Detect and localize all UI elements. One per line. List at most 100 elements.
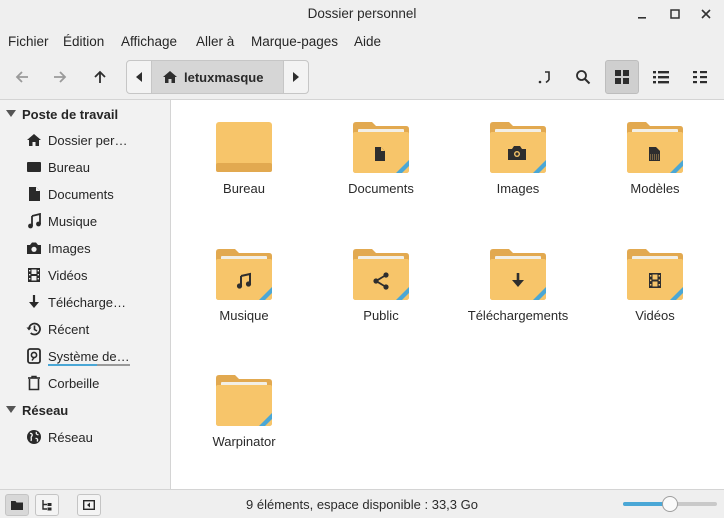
- window-title: Dossier personnel: [307, 6, 417, 21]
- file-name: Public: [363, 308, 399, 323]
- path-bar: letuxmasque: [126, 60, 309, 94]
- maximize-button[interactable]: [664, 3, 686, 25]
- sidebar-item-label: Système de…: [48, 348, 130, 364]
- location-icon: [538, 71, 550, 84]
- forward-button[interactable]: [45, 62, 75, 92]
- menu-fichier[interactable]: Fichier: [8, 34, 49, 49]
- file-item-modeles[interactable]: Modèles: [590, 118, 720, 196]
- sidebar-item-label: Documents: [48, 186, 114, 202]
- back-button[interactable]: [7, 62, 37, 92]
- sidebar-section-reseau[interactable]: Réseau: [0, 399, 68, 421]
- path-crumb-label: letuxmasque: [184, 69, 264, 85]
- sidebar-item-label: Dossier per…: [48, 132, 128, 148]
- status-bar: 9 éléments, espace disponible : 33,3 Go: [0, 489, 724, 518]
- file-item-documents[interactable]: Documents: [316, 118, 446, 196]
- close-icon: [701, 9, 711, 19]
- list-view-button[interactable]: [644, 60, 678, 94]
- file-item-telechargements[interactable]: Téléchargements: [453, 245, 583, 323]
- zoom-slider-handle[interactable]: [662, 496, 678, 512]
- triangle-down-icon: [6, 406, 16, 413]
- file-item-warpinator[interactable]: Warpinator: [179, 371, 309, 449]
- download-icon: [29, 295, 39, 308]
- menu-aller[interactable]: Aller à: [196, 34, 234, 49]
- file-name: Modèles: [630, 181, 680, 196]
- menu-bar: Fichier Édition Affichage Aller à Marque…: [0, 29, 724, 56]
- file-name: Musique: [219, 308, 269, 323]
- file-name: Vidéos: [635, 308, 675, 323]
- up-button[interactable]: [85, 62, 115, 92]
- arrow-up-icon: [94, 70, 106, 83]
- sidebar-section-poste[interactable]: Poste de travail: [0, 103, 118, 125]
- sidebar-item-telechargements[interactable]: Télécharge…: [24, 291, 126, 313]
- globe-icon: [27, 430, 41, 444]
- file-name: Téléchargements: [467, 308, 569, 323]
- film-icon: [28, 268, 40, 282]
- sidebar-item-documents[interactable]: Documents: [24, 183, 114, 205]
- compact-view-button[interactable]: [683, 60, 717, 94]
- sidebar-item-images[interactable]: Images: [24, 237, 91, 259]
- sidebar-item-recent[interactable]: Récent: [24, 318, 89, 340]
- folder-icon: [627, 249, 683, 300]
- disk-usage-bar: [48, 364, 130, 366]
- sidebar-item-label: Bureau: [48, 159, 90, 175]
- triangle-right-icon: [293, 72, 299, 82]
- path-scroll-right[interactable]: [283, 61, 308, 93]
- folder-icon: [353, 122, 409, 173]
- home-icon: [27, 134, 41, 146]
- drive-icon: [27, 348, 41, 364]
- close-button[interactable]: [695, 3, 717, 25]
- trash-icon: [28, 375, 40, 391]
- file-view: Bureau Documents Images Modèles Musique Publi…: [171, 100, 724, 489]
- grid-icon: [615, 70, 629, 84]
- section-label: Poste de travail: [22, 106, 119, 122]
- sidebar: Poste de travail Dossier per… Bureau Doc…: [0, 100, 171, 489]
- sidebar-item-label: Récent: [48, 321, 90, 337]
- sidebar-item-bureau[interactable]: Bureau: [24, 156, 90, 178]
- menu-marque-pages[interactable]: Marque-pages: [251, 34, 338, 49]
- sidebar-item-label: Vidéos: [48, 267, 88, 283]
- file-item-images[interactable]: Images: [453, 118, 583, 196]
- arrow-left-icon: [15, 71, 28, 83]
- file-item-videos[interactable]: Vidéos: [590, 245, 720, 323]
- film-icon: [649, 273, 661, 288]
- compact-list-icon: [693, 71, 707, 84]
- folder-icon: [490, 122, 546, 173]
- list-icon: [653, 71, 669, 84]
- menu-edition[interactable]: Édition: [63, 34, 104, 49]
- sidebar-item-label: Réseau: [48, 429, 93, 445]
- maximize-icon: [670, 9, 680, 19]
- icon-view-button[interactable]: [605, 60, 639, 94]
- sidebar-item-label: Musique: [48, 213, 98, 229]
- path-scroll-left[interactable]: [127, 61, 152, 93]
- menu-affichage[interactable]: Affichage: [121, 34, 177, 49]
- path-crumb-home[interactable]: letuxmasque: [152, 61, 284, 93]
- file-item-musique[interactable]: Musique: [179, 245, 309, 323]
- sidebar-item-home[interactable]: Dossier per…: [24, 129, 127, 151]
- minimize-button[interactable]: [631, 3, 653, 25]
- status-text: 9 éléments, espace disponible : 33,3 Go: [246, 497, 478, 512]
- zoom-slider[interactable]: [623, 496, 717, 512]
- folder-icon: [490, 249, 546, 300]
- sidebar-item-label: Images: [48, 240, 91, 256]
- sidebar-item-musique[interactable]: Musique: [24, 210, 97, 232]
- file-item-bureau[interactable]: Bureau: [179, 118, 309, 196]
- sidebar-item-reseau[interactable]: Réseau: [24, 426, 93, 448]
- sidebar-item-videos[interactable]: Vidéos: [24, 264, 88, 286]
- menu-aide[interactable]: Aide: [354, 34, 381, 49]
- file-item-public[interactable]: Public: [316, 245, 446, 323]
- disk-usage-fill: [48, 364, 98, 366]
- file-name: Bureau: [223, 181, 265, 196]
- search-button[interactable]: [566, 60, 600, 94]
- camera-icon: [27, 242, 41, 254]
- arrow-right-icon: [54, 71, 67, 83]
- location-toggle-button[interactable]: [528, 60, 562, 94]
- sidebar-item-label: Télécharge…: [48, 294, 127, 310]
- title-bar: Dossier personnel: [0, 0, 724, 29]
- file-name: Documents: [348, 181, 414, 196]
- minimize-icon: [638, 17, 646, 19]
- folder-icon: [353, 249, 409, 300]
- folder-icon: [627, 122, 683, 173]
- section-label: Réseau: [22, 402, 69, 418]
- triangle-down-icon: [6, 110, 16, 117]
- sidebar-item-corbeille[interactable]: Corbeille: [24, 372, 99, 394]
